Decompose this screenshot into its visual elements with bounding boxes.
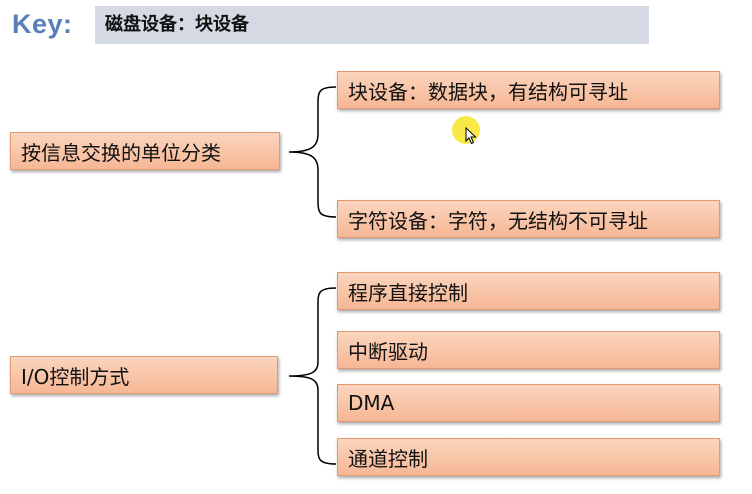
- item-label: 字符设备：字符，无结构不可寻址: [348, 208, 648, 233]
- item-label: 通道控制: [348, 446, 428, 471]
- item-node-channel: 通道控制: [337, 438, 720, 476]
- item-node-char-device: 字符设备：字符，无结构不可寻址: [337, 200, 720, 238]
- brace-group-2: [288, 287, 337, 465]
- item-label: DMA: [348, 391, 395, 415]
- item-node-program-control: 程序直接控制: [337, 272, 720, 310]
- item-label: 中断驱动: [348, 339, 428, 364]
- category-label: 按信息交换的单位分类: [21, 140, 221, 165]
- item-label: 程序直接控制: [348, 280, 468, 305]
- item-label: 块设备：数据块，有结构可寻址: [348, 79, 628, 104]
- category-node-io-control: I/O控制方式: [10, 356, 278, 394]
- category-label: I/O控制方式: [21, 364, 130, 389]
- item-node-interrupt: 中断驱动: [337, 331, 720, 369]
- item-node-block-device: 块设备：数据块，有结构可寻址: [337, 71, 720, 109]
- brace-group-1: [288, 86, 337, 218]
- category-node-unit: 按信息交换的单位分类: [10, 132, 280, 170]
- mouse-pointer-icon: [465, 127, 477, 145]
- item-node-dma: DMA: [337, 384, 720, 422]
